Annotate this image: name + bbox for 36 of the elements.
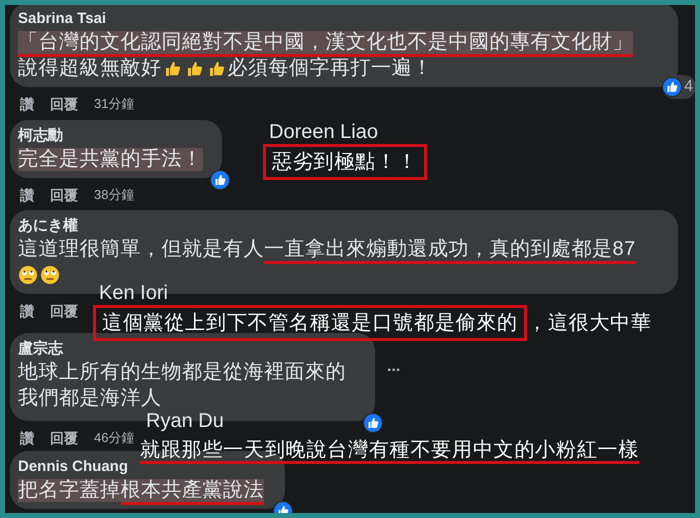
annotation-text: 這個黨從上到下不管名稱還是口號都是偷來的 ，這很大中華 (93, 305, 652, 341)
comment-author[interactable]: Sabrina Tsai (18, 9, 670, 29)
comment-time: 31分鐘 (94, 95, 134, 113)
comment-text: 完全是共黨的手法！ (18, 147, 204, 172)
comment-action-link[interactable]: 讚 (20, 429, 34, 447)
comment-author[interactable]: 盧宗志 (18, 339, 367, 359)
comment-action-link[interactable]: 回覆 (50, 95, 78, 113)
reaction-badge[interactable] (363, 413, 383, 433)
annotation-text: 惡劣到極點！！ (263, 144, 427, 180)
reaction-badge[interactable]: 4 (662, 75, 695, 99)
comment-action-link[interactable]: 讚 (20, 186, 34, 204)
comment-action-link[interactable]: 回覆 (50, 186, 78, 204)
more-button[interactable]: ... (387, 355, 400, 379)
reaction-badge[interactable] (210, 170, 230, 190)
comment-text: 地球上所有的生物都是從海裡面來的 (18, 360, 347, 385)
comment-time: 46分鐘 (94, 429, 134, 447)
comment-author[interactable]: 柯志勳 (18, 126, 214, 146)
comment-action-link[interactable]: 讚 (20, 302, 34, 320)
eye-roll-emoji-icon (18, 265, 38, 285)
annotation-author: Ryan Du (145, 409, 224, 434)
annotation-author: Doreen Liao (268, 120, 378, 144)
comment-text: 我們都是海洋人 (18, 386, 162, 411)
annotation-text: 就跟那些一天到晚說台灣有種不要用中文的小粉紅一樣 (140, 436, 640, 464)
like-icon (210, 170, 230, 190)
comment-action-link[interactable]: 讚 (20, 95, 34, 113)
comment-action-link[interactable]: 回覆 (50, 429, 78, 447)
annotation-author: Ken Iori (98, 281, 168, 305)
like-icon (363, 413, 383, 433)
comment-text: 說得超級無敵好 必須每個字再打一遍！ (18, 56, 434, 81)
reaction-count: 4 (684, 77, 693, 97)
comment-author[interactable]: あにき權 (18, 216, 670, 236)
eye-roll-emoji-icon (40, 265, 60, 285)
comment-text: 這道理很簡單，但就是有人一直拿出來煽動還成功，真的到處都是87 (18, 236, 670, 262)
comment-action-link[interactable]: 回覆 (50, 302, 78, 320)
like-icon (662, 77, 682, 97)
comment-time: 38分鐘 (94, 186, 134, 204)
